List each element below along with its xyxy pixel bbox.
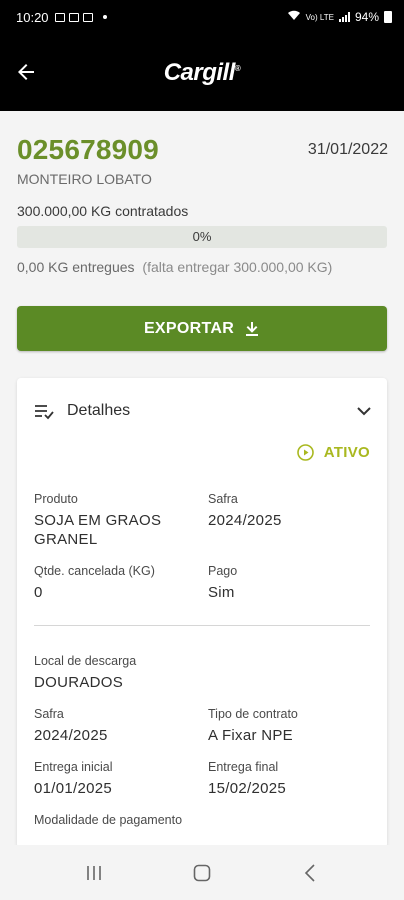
battery-percent: 94% bbox=[354, 10, 379, 24]
field-value: DOURADOS bbox=[34, 674, 124, 691]
signal-icon bbox=[338, 12, 350, 22]
delivered-quantity: 0,00 KG entregues bbox=[17, 259, 135, 275]
field-safra: Safra 2024/2025 bbox=[34, 706, 108, 745]
field-value: 0 bbox=[34, 584, 43, 601]
battery-icon bbox=[384, 11, 392, 23]
field-label: Qtde. cancelada (KG) bbox=[34, 564, 155, 578]
contracted-quantity: 300.000,00 KG contratados bbox=[17, 203, 189, 219]
mail-icon bbox=[68, 12, 79, 22]
field-value: Sim bbox=[208, 584, 235, 601]
status-label: ATIVO bbox=[323, 444, 370, 461]
field-label: Pago bbox=[208, 564, 238, 578]
gallery-icon bbox=[54, 12, 65, 22]
notification-dot-icon bbox=[102, 15, 107, 19]
field-value: 2024/2025 bbox=[34, 727, 108, 744]
message-icon bbox=[82, 12, 93, 22]
field-label: Produto bbox=[34, 492, 78, 506]
field-modalidade-pagamento: Modalidade de pagamento bbox=[34, 812, 182, 828]
field-value: 2024/2025 bbox=[208, 512, 282, 529]
export-button-label: EXPORTAR bbox=[143, 319, 235, 337]
system-nav-bar bbox=[0, 845, 404, 900]
network-label: Vo) LTE bbox=[305, 12, 334, 22]
field-label: Entrega final bbox=[208, 760, 279, 774]
wifi-icon bbox=[287, 10, 301, 24]
app-bar: Cargill® bbox=[0, 34, 404, 111]
field-label: Safra bbox=[208, 492, 238, 506]
field-label: Modalidade de pagamento bbox=[34, 813, 183, 827]
field-entrega-final: Entrega final 15/02/2025 bbox=[208, 759, 286, 798]
delivered-summary: 0,00 KG entregues (falta entregar 300.00… bbox=[17, 259, 332, 275]
status-time: 10:20 bbox=[16, 9, 49, 25]
field-pago: Pago Sim bbox=[208, 563, 237, 602]
field-value: 01/01/2025 bbox=[34, 780, 113, 797]
recent-apps-icon[interactable] bbox=[79, 858, 109, 888]
field-label: Local de descarga bbox=[34, 654, 137, 668]
contract-date: 31/01/2022 bbox=[307, 141, 388, 158]
home-icon[interactable] bbox=[187, 858, 217, 888]
cargill-logo: Cargill® bbox=[163, 58, 241, 86]
field-value: 15/02/2025 bbox=[208, 780, 287, 797]
field-entrega-inicial: Entrega inicial 01/01/2025 bbox=[34, 759, 113, 798]
field-value: A Fixar NPE bbox=[208, 727, 293, 744]
details-header[interactable]: Detalhes bbox=[17, 378, 387, 444]
back-nav-icon[interactable] bbox=[295, 858, 325, 888]
field-produto: Produto SOJA EM GRAOS GRANEL bbox=[34, 491, 161, 549]
field-local-descarga: Local de descarga DOURADOS bbox=[34, 653, 136, 692]
status-bar: 10:20 Vo) LTE 94% bbox=[0, 0, 404, 34]
checklist-icon bbox=[34, 402, 54, 425]
download-icon bbox=[246, 321, 259, 336]
export-button[interactable]: EXPORTAR bbox=[17, 306, 387, 351]
details-title: Detalhes bbox=[67, 402, 131, 419]
field-label: Entrega inicial bbox=[34, 760, 113, 774]
field-label: Tipo de contrato bbox=[208, 707, 298, 721]
remaining-quantity: (falta entregar 300.000,00 KG) bbox=[142, 259, 333, 275]
field-safra: Safra 2024/2025 bbox=[208, 491, 282, 530]
arrow-left-icon[interactable] bbox=[14, 60, 38, 84]
field-value: SOJA EM GRAOS GRANEL bbox=[34, 512, 162, 548]
play-circle-icon bbox=[296, 444, 314, 461]
field-tipo-contrato: Tipo de contrato A Fixar NPE bbox=[208, 706, 298, 745]
client-name: MONTEIRO LOBATO bbox=[17, 171, 152, 187]
divider bbox=[34, 625, 370, 626]
field-qtde-cancelada: Qtde. cancelada (KG) 0 bbox=[34, 563, 155, 602]
delivery-progress-bar: 0% bbox=[17, 226, 387, 248]
progress-label: 0% bbox=[192, 229, 212, 244]
details-card: Detalhes ATIVO Produto SOJA EM GRAOS GRA… bbox=[17, 378, 387, 848]
field-label: Safra bbox=[34, 707, 64, 721]
status-badge: ATIVO bbox=[296, 444, 370, 461]
chevron-down-icon[interactable] bbox=[355, 402, 373, 425]
contract-number: 025678909 bbox=[17, 134, 159, 165]
